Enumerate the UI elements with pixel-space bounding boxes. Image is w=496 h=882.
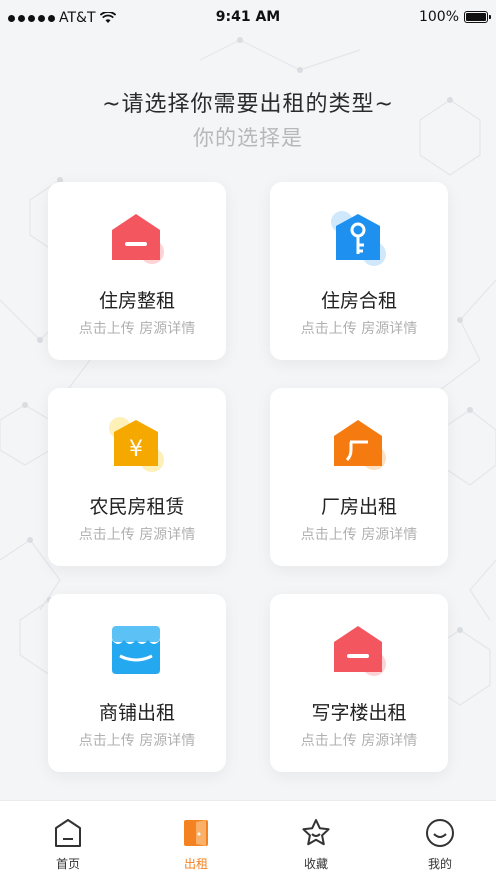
tab-label: 首页: [55, 857, 80, 871]
star-icon: [302, 819, 330, 846]
card-whole-house[interactable]: 住房整租 点击上传 房源详情: [48, 182, 226, 360]
card-office[interactable]: 写字楼出租 点击上传 房源详情: [270, 594, 448, 772]
tab-label: 我的: [427, 857, 452, 871]
house-icon: [112, 214, 164, 264]
card-title: 商铺出租: [98, 702, 175, 724]
factory-icon: [334, 420, 386, 470]
selection-subtitle: 你的选择是: [193, 126, 303, 150]
shop-icon: [112, 626, 160, 674]
card-description: 点击上传 房源详情: [300, 733, 418, 749]
card-farmer-house[interactable]: ¥ 农民房租赁 点击上传 房源详情: [48, 388, 226, 566]
door-icon: [184, 820, 208, 846]
card-title: 写字楼出租: [311, 702, 407, 724]
card-description: 点击上传 房源详情: [300, 321, 418, 337]
home-icon: [55, 819, 81, 847]
battery-indicator: 100%: [418, 9, 491, 25]
tab-favorites[interactable]: 收藏: [254, 801, 378, 882]
card-title: 住房合租: [320, 290, 397, 312]
card-description: 点击上传 房源详情: [78, 527, 196, 543]
tab-label: 出租: [183, 857, 208, 871]
card-factory[interactable]: 厂房出租 点击上传 房源详情: [270, 388, 448, 566]
card-title: 住房整租: [98, 290, 175, 312]
status-bar: AT&T 9:41 AM 100%: [0, 0, 496, 36]
tab-label: 收藏: [303, 857, 328, 871]
card-shop[interactable]: 商铺出租 点击上传 房源详情: [48, 594, 226, 772]
page-title: ~请选择你需要出租的类型~: [102, 92, 394, 117]
card-description: 点击上传 房源详情: [78, 321, 196, 337]
battery-icon: [464, 11, 491, 23]
card-title: 农民房租赁: [89, 496, 185, 518]
yuan-icon: ¥: [109, 417, 164, 472]
bottom-tab-bar: 首页 出租 收藏 我的: [0, 800, 496, 882]
house-icon: [334, 626, 386, 676]
svg-text:¥: ¥: [129, 437, 143, 462]
card-shared-house[interactable]: 住房合租 点击上传 房源详情: [270, 182, 448, 360]
tab-mine[interactable]: 我的: [378, 801, 496, 882]
card-description: 点击上传 房源详情: [78, 733, 196, 749]
tab-home[interactable]: 首页: [6, 801, 130, 882]
card-title: 厂房出租: [320, 496, 397, 518]
tab-rent[interactable]: 出租: [134, 801, 258, 882]
key-icon: [331, 211, 386, 266]
smile-icon: [426, 819, 454, 847]
battery-percent: 100%: [418, 9, 459, 25]
card-description: 点击上传 房源详情: [300, 527, 418, 543]
